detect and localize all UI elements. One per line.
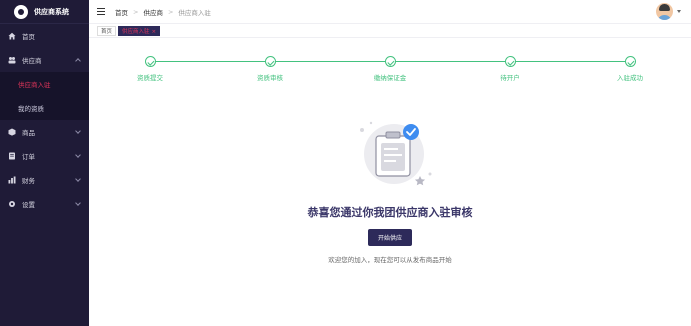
sidebar-item-label: 设置 [22, 201, 35, 209]
order-icon [8, 152, 16, 160]
check-circle-icon [504, 56, 516, 67]
breadcrumb-separator: > [133, 7, 139, 16]
tags-view: 首页 供应商入驻 × [89, 24, 691, 38]
check-circle-icon [624, 56, 636, 67]
top-header: 首页 > 供应商 > 供应商入驻 [89, 0, 691, 24]
sidebar-item-order[interactable]: 订单 [0, 144, 89, 168]
chevron-down-icon [75, 152, 81, 158]
chevron-down-icon [75, 128, 81, 134]
step-label: 资质提交 [137, 74, 163, 82]
sidebar-item-goods[interactable]: 商品 [0, 120, 89, 144]
step-label: 待开户 [500, 74, 520, 82]
app-root: 供应商系统 首页 供应商 供应商入驻 我的资质 商品 订单 财务 设置 首页 >… [0, 0, 691, 326]
step-1: 资质提交 [120, 56, 180, 82]
check-circle-icon [384, 56, 396, 67]
step-label: 资质审核 [257, 74, 283, 82]
sidebar-item-label: 首页 [22, 33, 35, 41]
sidebar-item-home[interactable]: 首页 [0, 24, 89, 48]
sidebar-item-label: 财务 [22, 177, 35, 185]
avatar[interactable] [656, 3, 673, 20]
close-icon[interactable]: × [152, 29, 157, 35]
congrats-title: 恭喜您通过你我团供应商入驻审核 [307, 206, 473, 219]
sidebar-submenu-supplier: 供应商入驻 我的资质 [0, 72, 89, 120]
progress-steps: 资质提交 资质审核 缴纳保证金 待开户 入驻成功 [89, 56, 691, 86]
success-check-icon [403, 124, 419, 140]
step-3: 缴纳保证金 [360, 56, 420, 82]
tag-supplier-onboarding[interactable]: 供应商入驻 × [118, 25, 161, 36]
supplier-icon [8, 56, 16, 64]
start-supply-button[interactable]: 开始供应 [368, 229, 412, 246]
caret-down-icon[interactable] [677, 10, 681, 13]
main-content: 资质提交 资质审核 缴纳保证金 待开户 入驻成功 恭喜您通过你我团供应商入驻审核… [89, 38, 691, 326]
chevron-down-icon [75, 200, 81, 206]
step-5: 入驻成功 [600, 56, 660, 82]
tag-home[interactable]: 首页 [97, 25, 117, 36]
sidebar-item-settings[interactable]: 设置 [0, 192, 89, 216]
welcome-text: 欢迎您的加入，现在您可以从发布商品开始 [328, 256, 452, 264]
sidebar: 供应商系统 首页 供应商 供应商入驻 我的资质 商品 订单 财务 设置 [0, 0, 89, 326]
tag-label: 供应商入驻 [122, 28, 150, 35]
step-label: 缴纳保证金 [373, 74, 407, 82]
sidebar-item-label: 商品 [22, 129, 35, 137]
tag-label: 首页 [101, 28, 113, 35]
home-icon [8, 32, 16, 40]
brand-title: 供应商系统 [34, 7, 69, 16]
step-2: 资质审核 [240, 56, 300, 82]
brand-logo-icon [14, 4, 28, 19]
settings-icon [8, 200, 16, 208]
sidebar-item-label: 订单 [22, 153, 35, 161]
clipboard-success-illustration [360, 121, 432, 186]
breadcrumb-item-home[interactable]: 首页 [115, 7, 128, 17]
sidebar-item-label: 供应商 [22, 57, 42, 65]
breadcrumb-item-current: 供应商入驻 [178, 8, 211, 17]
check-circle-icon [264, 56, 276, 67]
sidebar-subitem-my-qualifications[interactable]: 我的资质 [0, 96, 89, 120]
finance-icon [8, 176, 16, 184]
sidebar-subitem-supplier-onboarding[interactable]: 供应商入驻 [0, 72, 89, 96]
chevron-down-icon [75, 176, 81, 182]
breadcrumb-item-supplier[interactable]: 供应商 [143, 7, 163, 17]
goods-icon [8, 128, 16, 136]
breadcrumb: 首页 > 供应商 > 供应商入驻 [115, 7, 211, 17]
brand[interactable]: 供应商系统 [0, 0, 89, 24]
check-circle-icon [144, 56, 156, 67]
breadcrumb-separator: > [167, 7, 174, 16]
step-4: 待开户 [480, 56, 540, 82]
sidebar-item-finance[interactable]: 财务 [0, 168, 89, 192]
sidebar-item-supplier[interactable]: 供应商 [0, 48, 89, 72]
sidebar-menu: 首页 供应商 供应商入驻 我的资质 商品 订单 财务 设置 [0, 24, 89, 216]
menu-toggle-icon[interactable] [97, 8, 105, 15]
chevron-up-icon [75, 58, 81, 64]
step-label: 入驻成功 [617, 74, 643, 82]
